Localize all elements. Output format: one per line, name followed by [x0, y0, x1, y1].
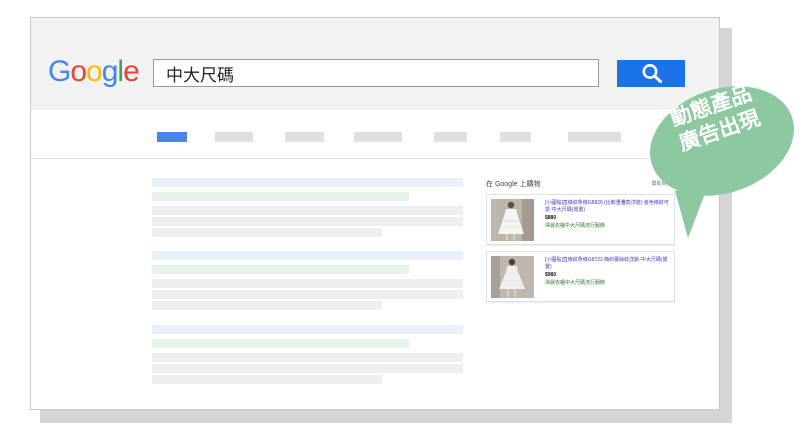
- callout-bubble: [650, 86, 794, 238]
